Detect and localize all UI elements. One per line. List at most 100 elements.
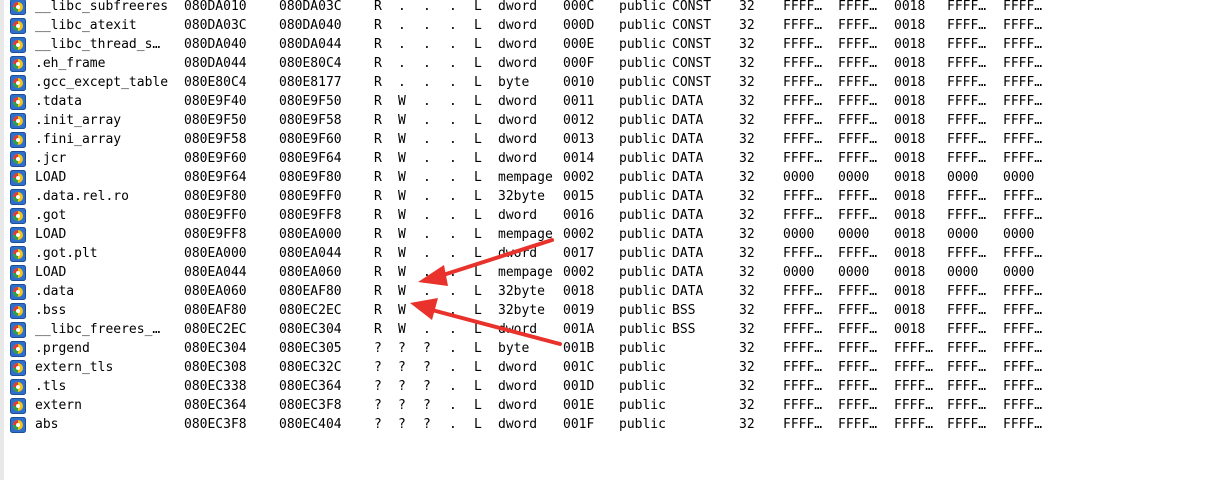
table-row[interactable]: .gcc_except_table 080E80C4 080E8177 R... Lby…	[0, 73, 1212, 92]
address-bitness: 32	[739, 322, 755, 337]
ss-register: FFFF…	[838, 56, 878, 71]
write-flag: .	[398, 75, 406, 90]
table-row[interactable]: __libc_thread_s… 080DA040 080DA044 R... Ldwo…	[0, 35, 1212, 54]
table-row[interactable]: .bss 080EAF80 080EC2EC R W.. L 32byte 0019 publi…	[0, 301, 1212, 320]
start-address: 080EC2EC	[184, 322, 247, 337]
segment-name: .data.rel.ro	[35, 189, 129, 204]
address-bitness: 32	[739, 379, 755, 394]
table-row[interactable]: .fini_array 080E9F58 080E9F60 R W.. Ldword 001…	[0, 130, 1212, 149]
segment-icon	[10, 151, 26, 167]
table-row[interactable]: .eh_frame 080DA044 080E80C4 R... Ldword 000F p…	[0, 54, 1212, 73]
debugger-flag: .	[449, 360, 457, 375]
table-row[interactable]: __libc_subfreeres 080DA010 080DA03C R... Ldw…	[0, 0, 1212, 16]
segments-table: __libc_subfreeres 080DA010 080DA03C R... Ldw…	[0, 0, 1212, 434]
table-row[interactable]: .tdata 080E9F40 080E9F50 R W.. Ldword 0011 publ…	[0, 92, 1212, 111]
debugger-flag: .	[449, 398, 457, 413]
debugger-flag: .	[449, 417, 457, 432]
table-row[interactable]: __libc_atexit 080DA03C 080DA040 R... Ldword 0…	[0, 16, 1212, 35]
base-selector: 0011	[563, 94, 595, 109]
segment-type: public	[619, 75, 666, 90]
address-bitness: 32	[739, 417, 755, 432]
table-row[interactable]: __libc_freeres_… 080EC2EC 080EC304 R W.. Ldwo…	[0, 320, 1212, 339]
table-row[interactable]: .tls 080EC338 080EC364???. Ldword 001D public…	[0, 377, 1212, 396]
read-flag: R	[374, 227, 382, 242]
loader-flag: L	[474, 265, 482, 280]
ss-register: 0000	[838, 170, 870, 185]
start-address: 080EC3F8	[184, 417, 247, 432]
start-address: 080E9F40	[184, 94, 247, 109]
loader-flag: L	[474, 18, 482, 33]
segment-icon	[10, 0, 26, 15]
read-flag: R	[374, 0, 382, 14]
fs-register: FFFF…	[947, 0, 987, 14]
table-row[interactable]: .data 080EA060 080EAF80 R W.. L 32byte 0018 publ…	[0, 282, 1212, 301]
table-row[interactable]: LOAD 080E9F64 080E9F80 R W.. Lmempage 0002 publ…	[0, 168, 1212, 187]
segment-type: public	[619, 37, 666, 52]
fs-register: FFFF…	[947, 94, 987, 109]
start-address: 080E9F50	[184, 113, 247, 128]
write-flag: W	[398, 94, 406, 109]
table-row[interactable]: .init_array 080E9F50 080E9F58 R W.. Ldword 001…	[0, 111, 1212, 130]
start-address: 080E9F80	[184, 189, 247, 204]
execute-flag: .	[423, 75, 431, 90]
table-row[interactable]: .got.plt 080EA000 080EA044 R W.. Ldword 0017 pu…	[0, 244, 1212, 263]
ds-register: 0018	[894, 284, 926, 299]
gs-register: 0000	[1003, 170, 1035, 185]
segment-icon	[10, 75, 26, 91]
table-row[interactable]: .prgend 080EC304 080EC305???. Lbyte 001B publ…	[0, 339, 1212, 358]
execute-flag: .	[423, 94, 431, 109]
loader-flag: L	[474, 360, 482, 375]
table-row[interactable]: abs 080EC3F8 080EC404???. Ldword 001F public 3…	[0, 415, 1212, 434]
alignment: dword	[498, 94, 538, 109]
es-register: FFFF…	[783, 303, 823, 318]
ds-register: FFFF…	[894, 360, 934, 375]
fs-register: 0000	[947, 265, 979, 280]
read-flag: ?	[374, 360, 382, 375]
fs-register: FFFF…	[947, 284, 987, 299]
segment-name: .init_array	[35, 113, 122, 128]
address-bitness: 32	[739, 75, 755, 90]
address-bitness: 32	[739, 56, 755, 71]
table-row[interactable]: .data.rel.ro 080E9F80 080E9FF0 R W.. L 32byte 0…	[0, 187, 1212, 206]
end-address: 080EA000	[279, 227, 342, 242]
table-row[interactable]: .got 080E9FF0 080E9FF8 R W.. Ldword 0016 public…	[0, 206, 1212, 225]
write-flag: W	[398, 208, 406, 223]
segment-class: DATA	[672, 189, 704, 204]
ds-register: FFFF…	[894, 341, 934, 356]
address-bitness: 32	[739, 284, 755, 299]
debugger-flag: .	[449, 341, 457, 356]
es-register: FFFF…	[783, 37, 823, 52]
base-selector: 000C	[563, 0, 595, 14]
es-register: FFFF…	[783, 360, 823, 375]
end-address: 080E8177	[279, 75, 342, 90]
base-selector: 001C	[563, 360, 595, 375]
address-bitness: 32	[739, 341, 755, 356]
segment-name: __libc_thread_s…	[35, 37, 161, 52]
loader-flag: L	[474, 189, 482, 204]
es-register: FFFF…	[783, 246, 823, 261]
ss-register: FFFF…	[838, 341, 878, 356]
gs-register: FFFF…	[1003, 303, 1043, 318]
loader-flag: L	[474, 379, 482, 394]
table-row[interactable]: extern_tls 080EC308 080EC32C???. Ldword 001C…	[0, 358, 1212, 377]
start-address: 080EC338	[184, 379, 247, 394]
segment-class: CONST	[672, 37, 712, 52]
segment-type: public	[619, 94, 666, 109]
fs-register: FFFF…	[947, 246, 987, 261]
debugger-flag: .	[449, 56, 457, 71]
loader-flag: L	[474, 75, 482, 90]
read-flag: R	[374, 132, 382, 147]
segment-icon	[10, 208, 26, 224]
segment-name: abs	[35, 417, 59, 432]
start-address: 080EC304	[184, 341, 247, 356]
table-row[interactable]: LOAD 080EA044 080EA060 R W.. Lmempage 0002 publ…	[0, 263, 1212, 282]
segment-class: DATA	[672, 284, 704, 299]
table-row[interactable]: .jcr 080E9F60 080E9F64 R W.. Ldword 0014 public…	[0, 149, 1212, 168]
table-row[interactable]: extern 080EC364 080EC3F8???. Ldword 001E publ…	[0, 396, 1212, 415]
base-selector: 000E	[563, 37, 595, 52]
segment-name: .gcc_except_table	[35, 75, 169, 90]
table-row[interactable]: LOAD 080E9FF8 080EA000 R W.. Lmempage 0002 publ…	[0, 225, 1212, 244]
segment-type: public	[619, 379, 666, 394]
alignment: byte	[498, 75, 530, 90]
base-selector: 0017	[563, 246, 595, 261]
